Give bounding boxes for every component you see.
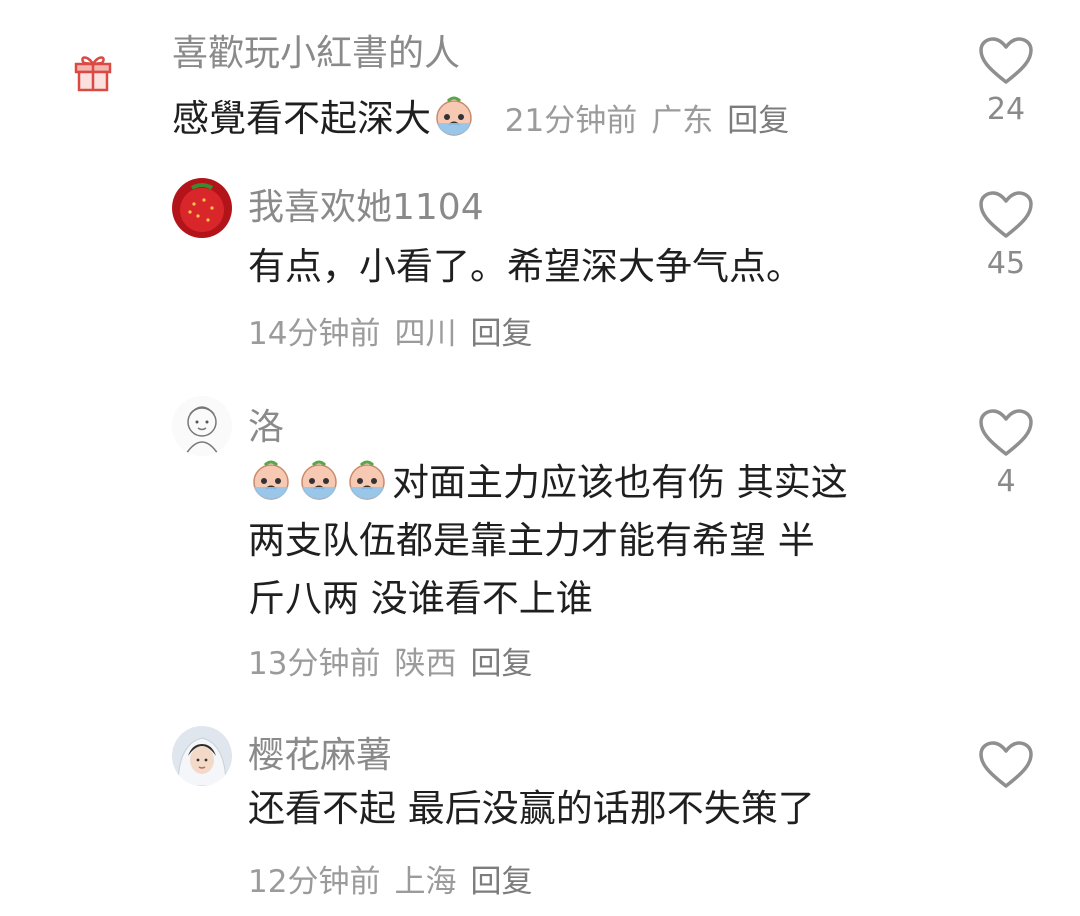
comment-meta: 13分钟前 陕西 回复 (248, 638, 546, 683)
gift-icon[interactable] (70, 48, 116, 94)
comment-time: 21分钟前 (504, 103, 638, 139)
avatar[interactable] (172, 178, 232, 238)
comment-location: 陕西 (394, 646, 457, 682)
reply-button[interactable]: 回复 (727, 103, 789, 139)
comment-location: 四川 (394, 316, 457, 352)
like-button[interactable]: 4 (974, 408, 1038, 500)
crying-emoji-icon (344, 457, 390, 503)
comment-time: 14分钟前 (248, 316, 381, 352)
crying-emoji-icon (248, 457, 294, 503)
comment-username[interactable]: 樱花麻薯 (248, 726, 392, 778)
comment-text: 有点，小看了。希望深大争气点。 (248, 245, 803, 288)
avatar[interactable] (172, 726, 232, 786)
heart-icon (979, 409, 1033, 456)
like-count: 45 (986, 246, 1026, 281)
comment-username[interactable]: 我喜欢她1104 (248, 178, 484, 230)
comment-text: 感覺看不起深大 21分钟前 广东 回复 (172, 90, 803, 150)
comment-username[interactable]: 喜歡玩小紅書的人 (172, 24, 460, 76)
reply-button[interactable]: 回复 (470, 646, 532, 682)
comment-time: 12分钟前 (248, 864, 381, 900)
comment-username[interactable]: 洛 (248, 398, 284, 450)
crying-emoji-icon (296, 457, 342, 503)
like-count: 4 (996, 464, 1016, 499)
comment-time: 13分钟前 (248, 646, 381, 682)
heart-icon (979, 37, 1033, 84)
comment-location: 上海 (394, 864, 457, 900)
heart-icon (979, 741, 1033, 788)
comment-meta: 12分钟前 上海 回复 (248, 856, 546, 901)
comment-location: 广东 (651, 103, 714, 139)
reply-button[interactable]: 回复 (470, 316, 532, 352)
comment-meta: 14分钟前 四川 回复 (248, 308, 546, 353)
comment-text: 还看不起 最后没赢的话那不失策了 (248, 787, 815, 830)
like-button[interactable] (974, 740, 1038, 790)
crying-emoji-icon (431, 93, 477, 139)
reply-button[interactable]: 回复 (470, 864, 532, 900)
comment-text: 对面主力应该也有伤 其实这 两支队伍都是靠主力才能有希望 半 斤八两 没谁看不上… (248, 454, 848, 628)
like-button[interactable]: 24 (974, 36, 1038, 128)
avatar[interactable] (172, 396, 232, 456)
like-count: 24 (986, 92, 1026, 127)
like-button[interactable]: 45 (974, 190, 1038, 282)
heart-icon (979, 191, 1033, 238)
